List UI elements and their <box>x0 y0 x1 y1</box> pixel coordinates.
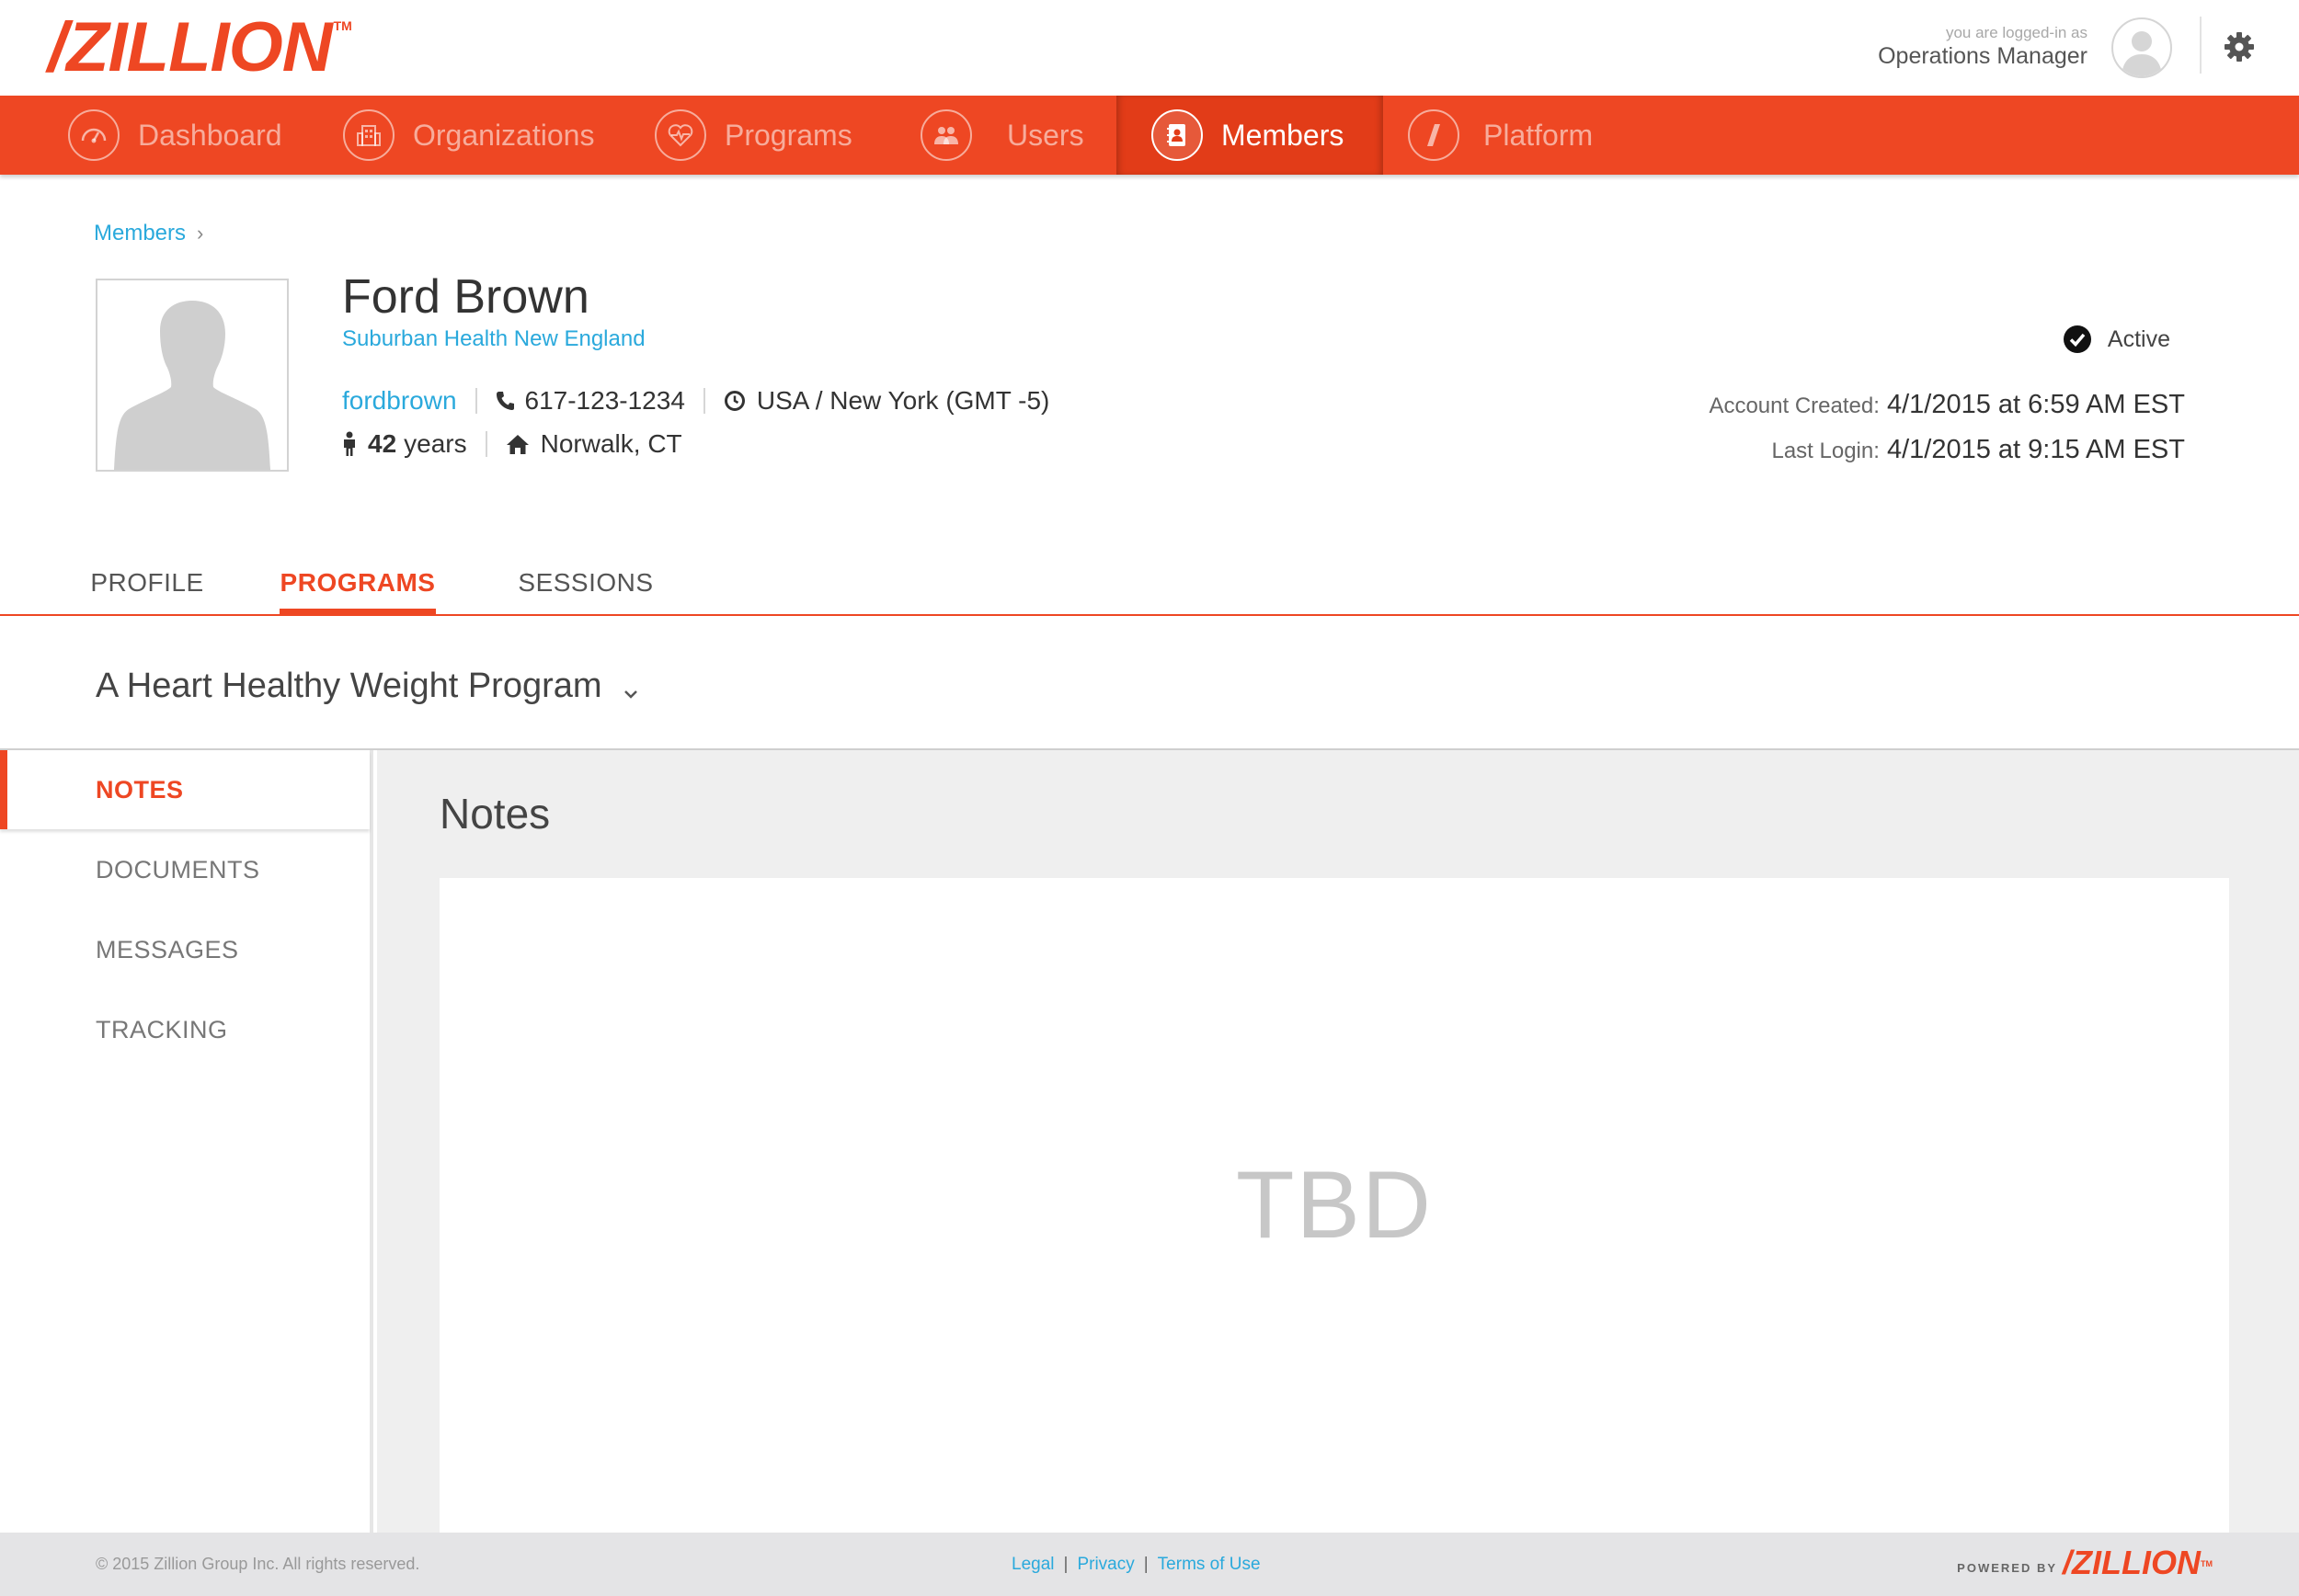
panel-title: Notes <box>440 790 551 838</box>
building-icon <box>343 109 395 161</box>
account-created: Account Created: 4/1/2015 at 6:59 AM EST <box>1709 390 2185 420</box>
tab-sessions[interactable]: SESSIONS <box>515 552 657 614</box>
tab-profile[interactable]: PROFILE <box>86 552 208 614</box>
side-item-documents[interactable]: DOCUMENTS <box>0 830 370 909</box>
nav-label: Members <box>1221 118 1344 152</box>
chevron-right-icon: › <box>197 222 204 245</box>
status-badge: Active <box>2063 325 2170 353</box>
member-location: Norwalk, CT <box>540 429 682 458</box>
member-age-unit: years <box>404 429 467 458</box>
divider <box>703 388 705 414</box>
breadcrumb: Members › <box>94 221 203 246</box>
speedometer-icon <box>68 109 120 161</box>
powered-by-trademark: TM <box>2201 1559 2213 1568</box>
side-item-messages[interactable]: MESSAGES <box>0 910 370 989</box>
phone-icon <box>496 391 514 411</box>
nav-item-platform[interactable]: Platform <box>1408 96 1593 175</box>
nav-item-dashboard[interactable]: Dashboard <box>68 96 282 175</box>
powered-by-logo: /ZILLION <box>2063 1544 2201 1581</box>
footer-link-privacy[interactable]: Privacy <box>1077 1555 1134 1575</box>
nav-item-programs[interactable]: Programs <box>655 96 852 175</box>
last-login-value: 4/1/2015 at 9:15 AM EST <box>1886 435 2185 464</box>
tab-programs[interactable]: PROGRAMS <box>280 552 436 616</box>
member-phone: 617-123-1234 <box>524 386 685 415</box>
main-nav: Dashboard Organizations Programs Users M… <box>0 96 2299 175</box>
nav-label: Programs <box>725 118 852 152</box>
last-login: Last Login: 4/1/2015 at 9:15 AM EST <box>1771 435 2185 465</box>
member-photo <box>96 279 289 472</box>
gear-icon[interactable] <box>2224 31 2255 63</box>
user-avatar-icon[interactable] <box>2111 17 2172 78</box>
chevron-down-icon <box>623 669 639 709</box>
users-icon <box>921 109 972 161</box>
footer: © 2015 Zillion Group Inc. All rights res… <box>0 1533 2299 1596</box>
nav-item-organizations[interactable]: Organizations <box>343 96 594 175</box>
check-circle-icon <box>2063 325 2091 353</box>
link-separator: | <box>1143 1555 1149 1574</box>
slash-icon <box>1408 109 1459 161</box>
program-side-nav: NOTES DOCUMENTS MESSAGES TRACKING <box>0 750 373 1533</box>
notes-card: TBD <box>440 878 2229 1533</box>
powered-by-badge: POWERED BY /ZILLION TM <box>1957 1545 2213 1580</box>
person-silhouette-icon <box>114 301 270 470</box>
program-select[interactable]: A Heart Healthy Weight Program <box>96 664 639 709</box>
header-divider <box>2200 17 2202 74</box>
logo-trademark: TM <box>333 18 352 33</box>
nav-label: Organizations <box>413 118 595 152</box>
member-demographics-row: 42 years Norwalk, CT <box>342 429 682 459</box>
powered-by-label: POWERED BY <box>1957 1560 2058 1575</box>
divider <box>485 431 487 457</box>
clock-icon <box>724 390 746 412</box>
member-username-link[interactable]: fordbrown <box>342 386 457 416</box>
status-text: Active <box>2107 325 2170 352</box>
link-separator: | <box>1063 1555 1069 1574</box>
home-icon <box>506 433 530 455</box>
logged-in-role: Operations Manager <box>1878 43 2087 69</box>
member-organization-link[interactable]: Suburban Health New England <box>342 326 646 352</box>
footer-link-legal[interactable]: Legal <box>1012 1555 1055 1575</box>
side-item-notes[interactable]: NOTES <box>0 750 370 829</box>
account-created-label: Account Created: <box>1709 393 1880 418</box>
logo-text: /ZILLION <box>48 8 333 86</box>
side-item-tracking[interactable]: TRACKING <box>0 990 370 1069</box>
member-timezone: USA / New York (GMT -5) <box>756 386 1050 415</box>
heart-pulse-icon <box>655 109 706 161</box>
nav-label: Users <box>1007 118 1084 152</box>
breadcrumb-members-link[interactable]: Members <box>94 221 186 246</box>
last-login-label: Last Login: <box>1771 439 1880 463</box>
nav-item-users[interactable]: Users <box>921 96 1084 175</box>
placeholder-text: TBD <box>1236 1151 1433 1259</box>
footer-link-terms[interactable]: Terms of Use <box>1158 1555 1261 1575</box>
footer-links: Legal | Privacy | Terms of Use <box>1012 1555 1261 1575</box>
program-select-value: A Heart Healthy Weight Program <box>96 667 602 705</box>
logged-in-info: you are logged-in as Operations Manager <box>1878 24 2087 70</box>
notes-panel: Notes TBD <box>377 750 2299 1533</box>
member-tabs: PROFILE PROGRAMS SESSIONS <box>0 552 2299 616</box>
top-header: /ZILLION TM you are logged-in as Operati… <box>0 0 2299 96</box>
logged-in-label: you are logged-in as <box>1945 24 2087 41</box>
contact-book-icon <box>1151 109 1203 161</box>
person-icon <box>342 431 357 457</box>
member-age-value: 42 <box>368 429 397 458</box>
nav-item-members[interactable]: Members <box>1116 96 1383 175</box>
member-contact-row: fordbrown 617-123-1234 USA / New York (G… <box>342 386 1049 416</box>
nav-label: Dashboard <box>138 118 282 152</box>
member-name: Ford Brown <box>342 270 589 324</box>
copyright-text: © 2015 Zillion Group Inc. All rights res… <box>96 1555 420 1573</box>
account-created-value: 4/1/2015 at 6:59 AM EST <box>1886 390 2185 419</box>
divider <box>475 388 477 414</box>
nav-label: Platform <box>1483 118 1594 152</box>
zillion-logo[interactable]: /ZILLION TM <box>48 13 352 83</box>
